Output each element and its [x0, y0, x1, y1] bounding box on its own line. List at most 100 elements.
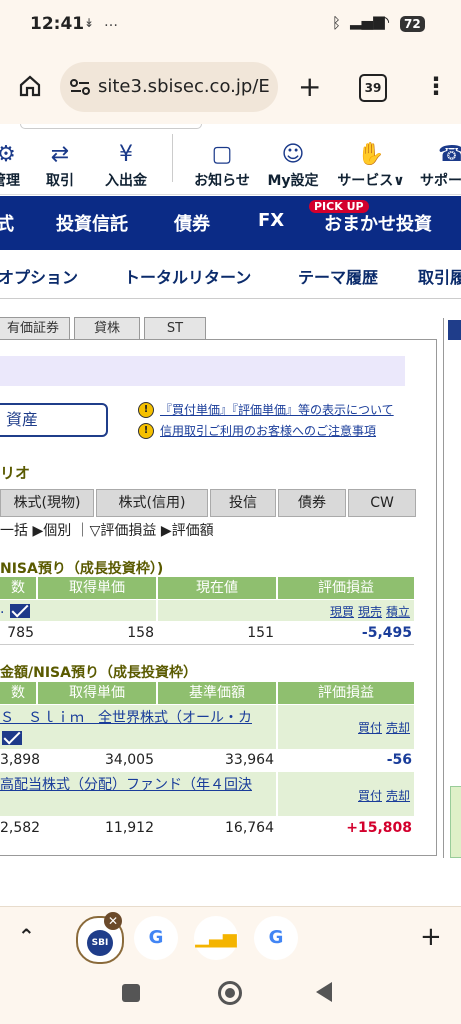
chart-icon: ▁▃▅: [195, 927, 237, 948]
headset-icon: ☎: [438, 142, 461, 167]
sbi-logo-icon: SBI: [87, 930, 113, 956]
header-item-support[interactable]: ☎ サポー: [420, 140, 461, 190]
col-cost: 取得単価: [38, 577, 156, 599]
col-nav: 基準価額: [158, 682, 276, 704]
nav-fx[interactable]: FX: [258, 210, 284, 231]
fund-cost: 34,005: [105, 752, 154, 768]
subnav-total-return[interactable]: トータルリターン: [124, 264, 251, 288]
status-bar: 12:41 ↡ … ᛒ ▂▄▆ ◠ 72: [0, 0, 461, 48]
menu-button[interactable]: ⋮: [424, 72, 448, 100]
portfolio-title: リオ: [0, 464, 31, 482]
chat-icon: ▢: [211, 142, 233, 167]
fund-name-link[interactable]: 高配当株式（分配）ファンド（年４回決: [0, 774, 252, 794]
nav-omakase[interactable]: おまかせ投資: [324, 210, 432, 236]
wifi-icon: ◠: [376, 12, 390, 31]
warning-icon: !: [138, 402, 154, 418]
more-notifications-icon: …: [104, 14, 118, 30]
mail-icon[interactable]: [10, 604, 30, 618]
user-gear-icon: ☺: [281, 142, 305, 167]
subnav-option[interactable]: オプション: [0, 264, 78, 288]
side-panel-item[interactable]: [450, 786, 461, 858]
tab-st[interactable]: ST: [144, 317, 206, 340]
google-icon: G: [148, 927, 164, 948]
accumulate-button[interactable]: 積立: [386, 603, 410, 620]
fund-cost: 11,912: [105, 820, 154, 836]
google-icon: G: [268, 927, 284, 948]
header-item-mysettings[interactable]: ☺ My設定: [264, 140, 322, 190]
view-filters[interactable]: 一括 ▶個別 ｜▽評価損益 ▶評価額: [0, 520, 214, 540]
tab-lending[interactable]: 貸株: [74, 317, 140, 340]
tab-thumb[interactable]: G: [134, 916, 178, 960]
close-tab-icon[interactable]: ✕: [104, 912, 122, 930]
divider: [0, 644, 414, 645]
main-nav: 式 投資信託 債券 FX おまかせ投資: [0, 196, 461, 250]
col-qty: 数: [0, 577, 36, 599]
header-item-manage[interactable]: ⚙管理: [0, 140, 26, 190]
stock-qty: 785: [7, 625, 34, 641]
subnav-trade-history[interactable]: 取引履: [418, 264, 461, 288]
ptab-funds[interactable]: 投信: [210, 489, 276, 517]
nav-funds[interactable]: 投資信託: [56, 210, 128, 236]
chevron-up-icon[interactable]: ⌃: [18, 924, 35, 948]
fund-section-title: 金額/NISA預り（成長投資枠）: [0, 665, 197, 681]
col-qty: 数: [0, 682, 36, 704]
add-tab-button[interactable]: +: [420, 922, 442, 952]
buy-button[interactable]: 現買: [330, 603, 354, 620]
home-icon[interactable]: [18, 74, 42, 98]
stock-pl: -5,495: [361, 625, 412, 641]
mail-icon[interactable]: [2, 731, 22, 745]
header-item-news[interactable]: ▢ お知らせ: [190, 140, 254, 190]
ptab-bonds[interactable]: 債券: [278, 489, 346, 517]
fund-qty: 3,898: [0, 752, 41, 768]
asset-button[interactable]: 資産: [0, 403, 108, 437]
notice-link-margin[interactable]: 信用取引ご利用のお客様へのご注意事項: [160, 422, 376, 439]
stock-cost: 158: [127, 625, 154, 641]
battery-icon: 72: [400, 16, 425, 32]
fund-pl: -56: [386, 752, 412, 768]
header-item-deposit[interactable]: ¥ 入出金: [98, 140, 154, 190]
tab-switcher-button[interactable]: 39: [359, 74, 387, 102]
system-nav-bar: [0, 966, 461, 1024]
divider: [20, 124, 202, 129]
ptab-cw[interactable]: CW: [348, 489, 416, 517]
subnav-theme-history[interactable]: テーマ履歴: [298, 264, 378, 288]
url-text[interactable]: site3.sbisec.co.jp/E: [98, 76, 273, 97]
fund-sell-button[interactable]: 売却: [386, 787, 410, 804]
ptab-stock-cash[interactable]: 株式(現物): [0, 489, 94, 517]
side-panel: [443, 318, 461, 858]
yen-icon: ¥: [119, 142, 133, 167]
header-item-trade[interactable]: ⇄ 取引: [40, 140, 80, 190]
col-cost: 取得単価: [38, 682, 156, 704]
warning-icon: !: [138, 423, 154, 439]
site-settings-icon[interactable]: [70, 78, 90, 96]
panel-header-bar: [0, 356, 405, 386]
bluetooth-icon: ᛒ: [332, 14, 342, 32]
stock-section-title: NISA預り（成長投資枠）): [0, 561, 164, 577]
sell-button[interactable]: 現売: [358, 603, 382, 620]
recents-icon[interactable]: [122, 984, 140, 1002]
gear-icon: ⚙: [0, 142, 16, 167]
col-pl: 評価損益: [278, 577, 414, 599]
tab-thumb[interactable]: G: [254, 916, 298, 960]
fund-name-link[interactable]: Ｓ Ｓｌｉｍ 全世界株式（オール・カ: [0, 707, 252, 727]
nav-stocks[interactable]: 式: [0, 210, 14, 236]
pickup-badge: PICK UP: [309, 200, 369, 213]
tab-securities[interactable]: 有価証券: [0, 317, 70, 340]
home-nav-icon[interactable]: [218, 981, 242, 1005]
col-pl: 評価損益: [278, 682, 414, 704]
back-icon[interactable]: [316, 982, 332, 1002]
fund-sell-button[interactable]: 売却: [386, 719, 410, 736]
notification-icon: ↡: [84, 16, 95, 30]
tab-thumb[interactable]: ▁▃▅: [194, 916, 238, 960]
header-item-service[interactable]: ✋ サービス∨: [330, 140, 412, 190]
exchange-icon: ⇄: [50, 142, 70, 167]
notice-link-unit-price[interactable]: 『買付単価』『評価単価』等の表示について: [160, 401, 394, 418]
nav-bonds[interactable]: 債券: [174, 210, 210, 236]
fund-buy-button[interactable]: 買付: [358, 787, 382, 804]
stock-name-link[interactable]: .: [0, 601, 4, 617]
fund-buy-button[interactable]: 買付: [358, 719, 382, 736]
new-tab-button[interactable]: +: [298, 70, 321, 103]
fund-pl: +15,808: [346, 820, 412, 836]
ptab-stock-margin[interactable]: 株式(信用): [96, 489, 208, 517]
side-panel-header: [448, 320, 461, 340]
